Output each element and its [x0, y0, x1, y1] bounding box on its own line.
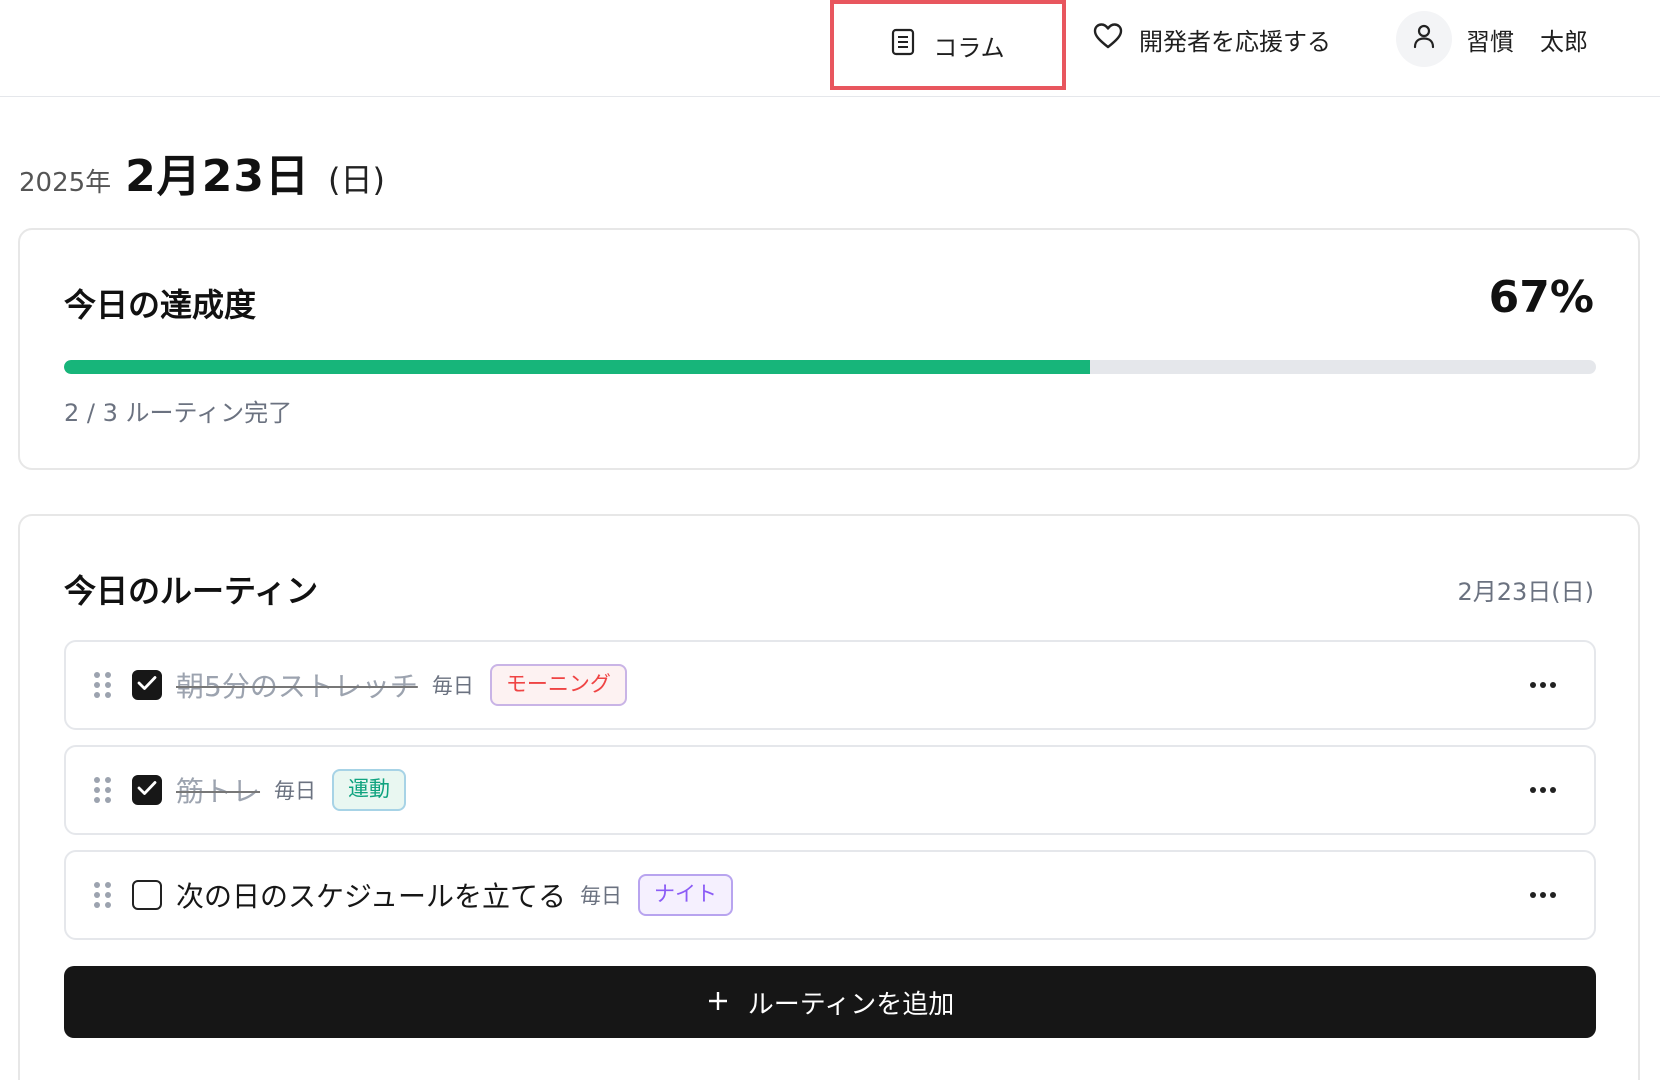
routine-tag: 運動 — [332, 769, 407, 811]
routine-checkbox[interactable] — [132, 775, 162, 805]
drag-handle-icon[interactable] — [94, 672, 114, 698]
document-icon — [891, 28, 915, 62]
more-options-button[interactable] — [1522, 884, 1564, 906]
support-developer-link[interactable]: 開発者を応援する — [1093, 0, 1331, 78]
more-options-button[interactable] — [1522, 674, 1564, 696]
add-routine-button[interactable]: ルーティンを追加 — [64, 966, 1596, 1038]
more-icon — [1530, 682, 1556, 688]
top-header: コラム 開発者を応援する 習慣 太郎 — [0, 0, 1660, 97]
more-options-button[interactable] — [1522, 779, 1564, 801]
user-given-name: 太郎 — [1540, 27, 1588, 56]
progress-title: 今日の達成度 — [64, 286, 257, 324]
more-icon — [1530, 787, 1556, 793]
progress-bar-fill — [64, 360, 1091, 374]
date-year: 2025年 — [19, 168, 112, 198]
progress-card: 今日の達成度 67% 2 / 3 ルーティン完了 — [18, 228, 1640, 470]
routine-frequency: 毎日 — [274, 779, 317, 803]
check-icon — [137, 675, 157, 695]
routine-tag: ナイト — [638, 874, 734, 916]
support-developer-label: 開発者を応援する — [1139, 27, 1331, 56]
routine-checkbox[interactable] — [132, 880, 162, 910]
more-icon — [1530, 892, 1556, 898]
column-nav-link[interactable]: コラム — [830, 0, 1066, 90]
add-routine-label: ルーティンを追加 — [747, 989, 955, 1020]
routine-frequency: 毎日 — [580, 884, 623, 908]
drag-handle-icon[interactable] — [94, 882, 114, 908]
routines-date: 2月23日(日) — [1457, 578, 1594, 606]
routine-name: 朝5分のストレッチ — [176, 670, 418, 703]
date-month-day: 2月23日 — [125, 151, 311, 202]
routine-item[interactable]: 筋トレ 毎日 運動 — [64, 745, 1596, 835]
heart-icon — [1093, 22, 1123, 56]
routine-name: 筋トレ — [176, 775, 261, 808]
column-nav-label: コラム — [933, 33, 1005, 62]
date-weekday: (日) — [328, 161, 386, 199]
routines-title: 今日のルーティン — [64, 572, 319, 610]
avatar[interactable] — [1396, 11, 1452, 67]
routine-tag: モーニング — [489, 664, 627, 706]
progress-percent: 67% — [1488, 272, 1594, 323]
check-icon — [137, 780, 157, 800]
routine-checkbox[interactable] — [132, 670, 162, 700]
drag-handle-icon[interactable] — [94, 777, 114, 803]
page-date-heading: 2025年 2月23日 (日) — [19, 140, 385, 204]
routine-name: 次の日のスケジュールを立てる — [176, 880, 567, 913]
user-name: 習慣 太郎 — [1466, 22, 1588, 57]
routines-card: 今日のルーティン 2月23日(日) 朝5分のストレッチ 毎日 モーニング 筋トレ… — [18, 514, 1640, 1080]
user-menu[interactable]: 習慣 太郎 — [1396, 0, 1588, 78]
progress-bar — [64, 360, 1596, 374]
routine-item[interactable]: 朝5分のストレッチ 毎日 モーニング — [64, 640, 1596, 730]
progress-caption: 2 / 3 ルーティン完了 — [64, 399, 293, 427]
user-icon — [1412, 23, 1436, 55]
plus-icon — [706, 986, 730, 1018]
user-family-name: 習慣 — [1466, 27, 1514, 56]
routine-frequency: 毎日 — [431, 674, 474, 698]
routine-item[interactable]: 次の日のスケジュールを立てる 毎日 ナイト — [64, 850, 1596, 940]
